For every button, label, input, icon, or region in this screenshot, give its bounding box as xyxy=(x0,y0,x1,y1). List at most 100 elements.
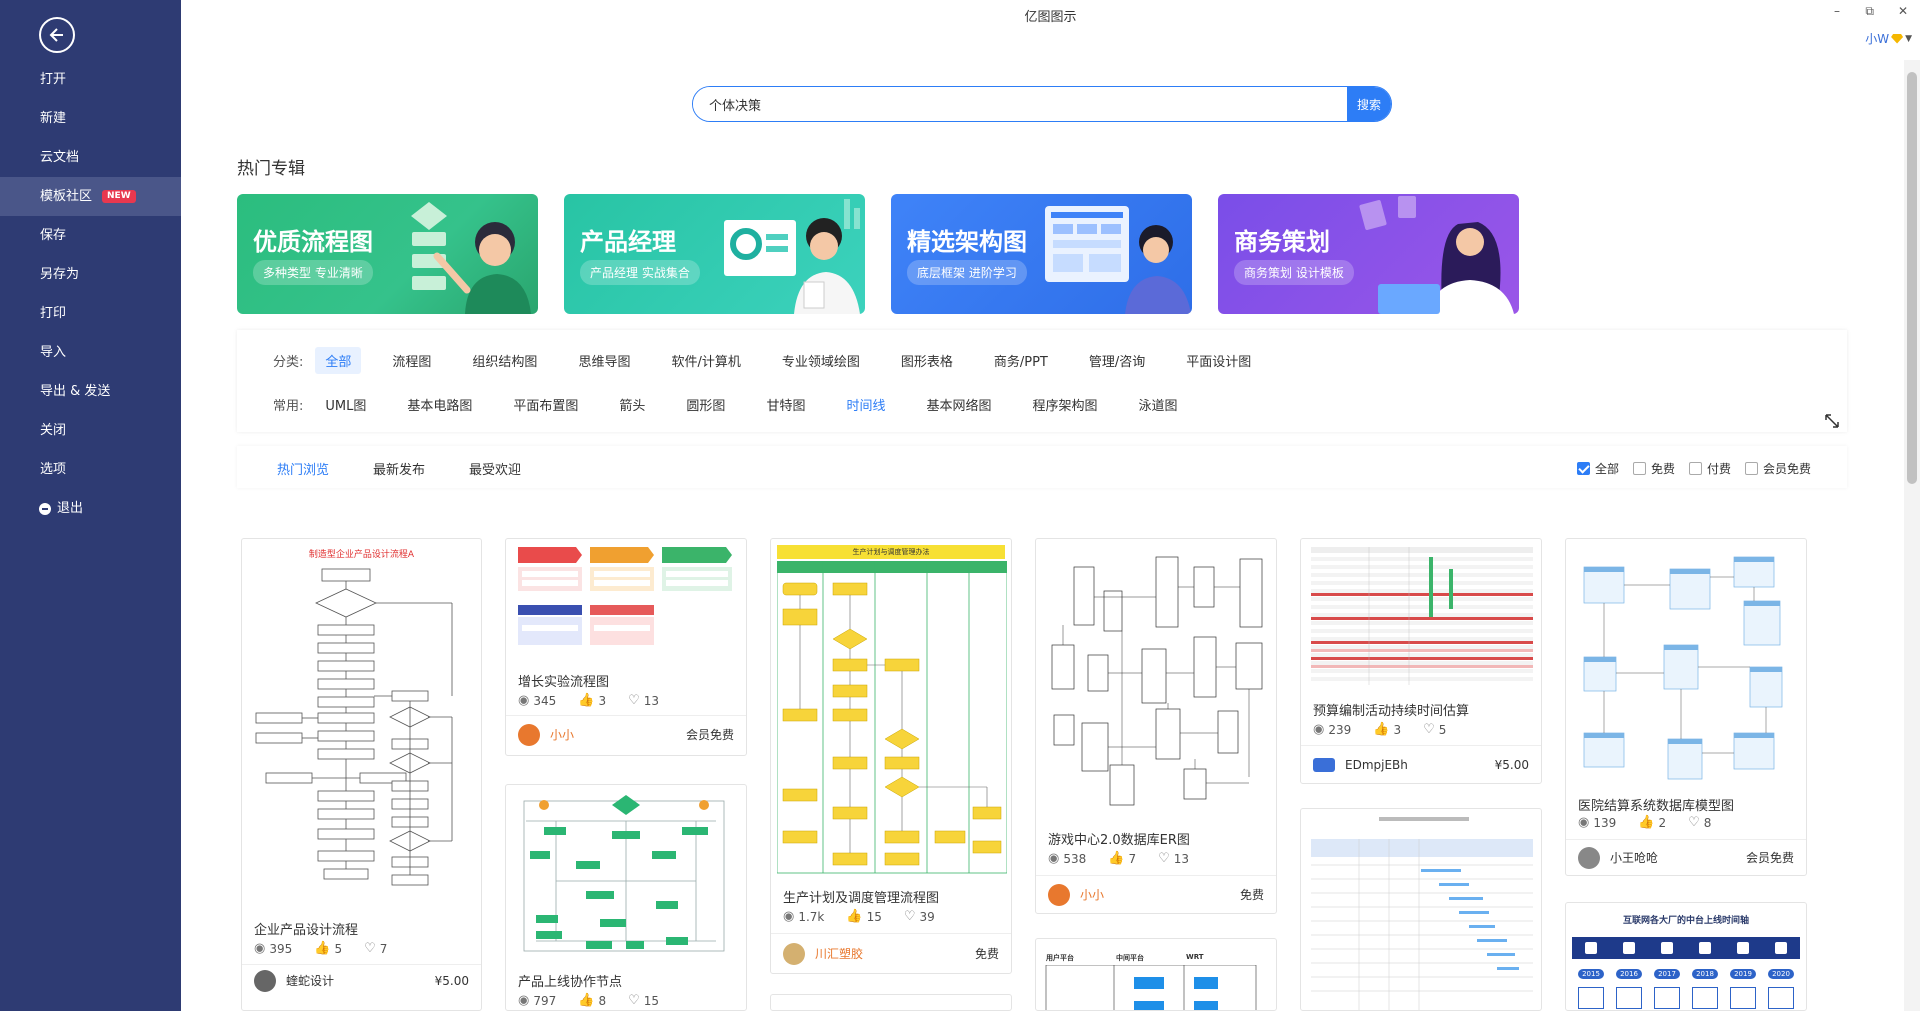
checkbox[interactable] xyxy=(1744,462,1758,475)
template-card[interactable]: 用户平台 中间平台 WRT xyxy=(1035,938,1277,1011)
banner-flowchart[interactable]: 优质流程图 多种类型 专业清晰 xyxy=(237,194,538,314)
sidebar-item-print[interactable]: 打印 xyxy=(0,294,181,333)
author-name[interactable]: 小小 xyxy=(1080,886,1240,903)
checkbox-checked[interactable] xyxy=(1576,462,1590,475)
sidebar-item-exit[interactable]: 退出 xyxy=(0,489,181,528)
price-filter-all[interactable]: 全部 xyxy=(1576,460,1619,477)
sort-tab-latest[interactable]: 最新发布 xyxy=(373,459,425,478)
category-option[interactable]: 图形表格 xyxy=(891,347,963,374)
platform-label: 中间平台 xyxy=(1116,954,1144,962)
common-option[interactable]: 时间线 xyxy=(836,391,895,418)
template-card[interactable]: 产品上线协作节点 ◉ 797 👍 8 ♡ 15 xyxy=(505,784,747,1011)
sidebar-item-import[interactable]: 导入 xyxy=(0,333,181,372)
category-option[interactable]: 商务/PPT xyxy=(984,347,1058,374)
category-option[interactable]: 管理/咨询 xyxy=(1079,347,1155,374)
template-card[interactable]: 制造型企业产品设计流程A 企业产品设计流程 ◉ 395 👍 5 ♡ 7 蝰蛇设计… xyxy=(241,538,482,1011)
collaboration-diagram xyxy=(523,795,725,952)
likes-stat: 👍 5 xyxy=(314,941,343,956)
eye-icon: ◉ xyxy=(518,693,530,708)
common-option[interactable]: 基本网络图 xyxy=(916,391,1001,418)
banner-product-manager[interactable]: 产品经理 产品经理 实战集合 xyxy=(564,194,865,314)
heart-icon: ♡ xyxy=(628,993,640,1008)
template-card[interactable]: 增长实验流程图 ◉ 345 👍 3 ♡ 13 小小 会员免费 xyxy=(505,538,747,756)
platform-label: WRT xyxy=(1186,953,1204,961)
sort-tab-popular[interactable]: 最受欢迎 xyxy=(469,459,521,478)
process-diagram xyxy=(518,547,732,645)
sidebar-item-export[interactable]: 导出 & 发送 xyxy=(0,372,181,411)
sidebar-item-save[interactable]: 保存 xyxy=(0,216,181,255)
common-option[interactable]: 基本电路图 xyxy=(397,391,482,418)
scroll-thumb[interactable] xyxy=(1907,72,1917,484)
back-arrow-icon[interactable] xyxy=(39,17,75,53)
sidebar-item-open[interactable]: 打开 xyxy=(0,60,181,99)
sort-bar: 热门浏览 最新发布 最受欢迎 全部 免费 付费 会员免费 xyxy=(237,446,1847,488)
common-option[interactable]: 甘特图 xyxy=(756,391,815,418)
checkbox[interactable] xyxy=(1632,462,1646,475)
price-filter-free[interactable]: 免费 xyxy=(1632,460,1675,477)
maximize-button[interactable]: ⧉ xyxy=(1865,4,1874,19)
year-label: 2017 xyxy=(1654,969,1680,979)
category-option[interactable]: 流程图 xyxy=(382,347,441,374)
avatar xyxy=(783,942,805,965)
sidebar-item-close[interactable]: 关闭 xyxy=(0,411,181,450)
author-name[interactable]: 小小 xyxy=(550,726,686,743)
common-option[interactable]: 泳道图 xyxy=(1129,391,1188,418)
author-name[interactable]: 蝰蛇设计 xyxy=(286,972,435,989)
section-title: 热门专辑 xyxy=(237,159,305,179)
sort-tabs: 热门浏览 最新发布 最受欢迎 xyxy=(277,459,521,478)
template-card[interactable]: 游戏中心2.0数据库ER图 ◉ 538 👍 7 ♡ 13 小小 免费 xyxy=(1035,538,1277,914)
sidebar-item-cloud[interactable]: 云文档 xyxy=(0,138,181,177)
eye-icon: ◉ xyxy=(518,993,530,1008)
price-label: ¥5.00 xyxy=(434,973,469,988)
card-stats: ◉ 1.7k 👍 15 ♡ 39 xyxy=(783,909,935,924)
sidebar-item-options[interactable]: 选项 xyxy=(0,450,181,489)
common-option[interactable]: 平面布置图 xyxy=(503,391,588,418)
thumbs-up-icon: 👍 xyxy=(1373,722,1390,737)
platform-label: 用户平台 xyxy=(1046,954,1074,962)
price-filter-paid[interactable]: 付费 xyxy=(1688,460,1731,477)
filter-panel: 分类: 全部 流程图 组织结构图 思维导图 软件/计算机 专业领域绘图 图形表格… xyxy=(237,330,1847,432)
card-author-row: 蝰蛇设计 ¥5.00 xyxy=(242,964,481,996)
template-card[interactable]: 医院结算系统数据库模型图 ◉ 139 👍 2 ♡ 8 小王呛呛 会员免费 xyxy=(1565,538,1807,876)
author-name[interactable]: 川汇塑胶 xyxy=(815,945,975,962)
minimize-button[interactable]: – xyxy=(1834,4,1840,18)
thumbs-up-icon: 👍 xyxy=(578,693,595,708)
template-card[interactable] xyxy=(1300,808,1542,1011)
scrollbar[interactable] xyxy=(1904,60,1920,1011)
expand-icon[interactable] xyxy=(1824,413,1840,429)
common-option[interactable]: 圆形图 xyxy=(676,391,735,418)
sort-tab-hot[interactable]: 热门浏览 xyxy=(277,459,329,478)
template-card[interactable] xyxy=(770,994,1012,1011)
category-option[interactable]: 平面设计图 xyxy=(1176,347,1261,374)
sidebar-item-template-community[interactable]: 模板社区 NEW xyxy=(0,177,181,216)
category-option[interactable]: 全部 xyxy=(315,347,362,374)
category-option[interactable]: 专业领域绘图 xyxy=(772,347,870,374)
search-button[interactable]: 搜索 xyxy=(1347,87,1391,121)
author-name[interactable]: EDmpjEBh xyxy=(1345,758,1495,772)
timeline-table xyxy=(1311,817,1533,1010)
category-option[interactable]: 思维导图 xyxy=(568,347,640,374)
banner-architecture[interactable]: 精选架构图 底层框架 进阶学习 xyxy=(891,194,1192,314)
card-title: 产品上线协作节点 xyxy=(518,975,623,990)
price-filter-member[interactable]: 会员免费 xyxy=(1744,460,1811,477)
close-button[interactable]: ✕ xyxy=(1898,4,1908,18)
gantt-table xyxy=(1311,547,1533,685)
common-option[interactable]: 箭头 xyxy=(609,391,655,418)
template-card[interactable]: 预算编制活动持续时间估算 ◉ 239 👍 3 ♡ 5 EDmpjEBh ¥5.00 xyxy=(1300,538,1542,784)
search-input[interactable] xyxy=(693,87,1347,121)
sidebar-item-new[interactable]: 新建 xyxy=(0,99,181,138)
avatar xyxy=(1313,757,1335,772)
banner-business-planning[interactable]: 商务策划 商务策划 设计模板 xyxy=(1218,194,1519,314)
common-option[interactable]: 程序架构图 xyxy=(1022,391,1107,418)
template-card[interactable]: 互联网各大厂的中台上线时间轴 2015 2016 2017 2018 2019 … xyxy=(1565,902,1807,1011)
sidebar-item-save-as[interactable]: 另存为 xyxy=(0,255,181,294)
category-option[interactable]: 组织结构图 xyxy=(462,347,547,374)
category-option[interactable]: 软件/计算机 xyxy=(661,347,750,374)
banner-subtitle: 产品经理 实战集合 xyxy=(580,260,700,285)
template-card[interactable]: 生产计划与调度管理办法 生产计划及调度管理流程图 ◉ 1.7k 👍 15 ♡ 3… xyxy=(770,538,1012,974)
checkbox[interactable] xyxy=(1688,462,1702,475)
author-name[interactable]: 小王呛呛 xyxy=(1610,849,1746,866)
user-menu[interactable]: 小W ▼ xyxy=(1865,30,1912,47)
common-option[interactable]: UML图 xyxy=(315,391,376,418)
heart-icon: ♡ xyxy=(1423,722,1435,737)
